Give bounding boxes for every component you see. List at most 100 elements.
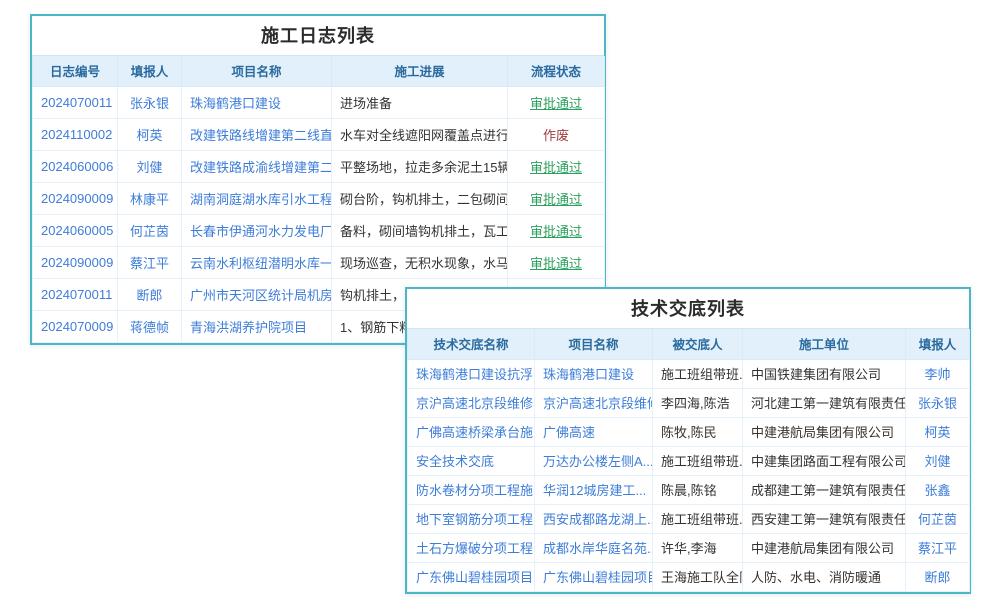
- table-row: 防水卷材分项工程施... 华润12城房建工... 陈晨,陈铭 成都建工第一建筑有…: [408, 475, 970, 504]
- progress-cell: 现场巡查，无积水现象，水马...: [332, 246, 508, 278]
- project-name-link[interactable]: 广东佛山碧桂园项目: [535, 562, 653, 591]
- reporter-cell[interactable]: 张永银: [118, 86, 182, 118]
- briefed-person-cell: 施工班组带班...: [653, 446, 743, 475]
- reporter-cell[interactable]: 何芷茵: [906, 504, 970, 533]
- table-row: 2024060005 何芷茵 长春市伊通河水力发电厂... 备料，砌间墙钩机排土…: [33, 214, 605, 246]
- project-name-link[interactable]: 万达办公楼左侧A...: [535, 446, 653, 475]
- log-id-cell[interactable]: 2024090009: [33, 182, 118, 214]
- table-row: 土石方爆破分项工程... 成都水岸华庭名苑... 许华,李海 中建港航局集团有限…: [408, 533, 970, 562]
- status-link[interactable]: 作废: [508, 118, 605, 150]
- disclosure-name-link[interactable]: 广佛高速桥梁承台施...: [408, 417, 535, 446]
- status-link[interactable]: 审批通过: [508, 246, 605, 278]
- construction-unit-cell: 中国铁建集团有限公司: [743, 359, 906, 388]
- reporter-cell[interactable]: 蔡江平: [906, 533, 970, 562]
- technical-disclosure-panel: 技术交底列表 技术交底名称 项目名称 被交底人 施工单位 填报人 珠海鹤港口建设…: [405, 287, 971, 594]
- log-id-cell[interactable]: 2024090009: [33, 246, 118, 278]
- reporter-cell[interactable]: 何芷茵: [118, 214, 182, 246]
- reporter-cell[interactable]: 蒋德帧: [118, 310, 182, 342]
- status-link[interactable]: 审批通过: [508, 150, 605, 182]
- reporter-cell[interactable]: 柯英: [906, 417, 970, 446]
- table-row: 京沪高速北京段维修... 京沪高速北京段维修 李四海,陈浩 河北建工第一建筑有限…: [408, 388, 970, 417]
- log-id-cell[interactable]: 2024060005: [33, 214, 118, 246]
- project-name-link[interactable]: 西安成都路龙湖上...: [535, 504, 653, 533]
- briefed-person-cell: 施工班组带班...: [653, 359, 743, 388]
- disclosure-name-link[interactable]: 土石方爆破分项工程...: [408, 533, 535, 562]
- column-header-briefed-person: 被交底人: [653, 329, 743, 359]
- status-link[interactable]: 审批通过: [508, 214, 605, 246]
- log-id-cell[interactable]: 2024070011: [33, 278, 118, 310]
- project-name-link[interactable]: 广佛高速: [535, 417, 653, 446]
- column-header-status: 流程状态: [508, 56, 605, 86]
- log-table-header-row: 日志编号 填报人 项目名称 施工进展 流程状态: [33, 56, 605, 86]
- table-row: 2024090009 蔡江平 云南水利枢纽潜明水库一... 现场巡查，无积水现象…: [33, 246, 605, 278]
- log-id-cell[interactable]: 2024070011: [33, 86, 118, 118]
- table-row: 广佛高速桥梁承台施... 广佛高速 陈牧,陈民 中建港航局集团有限公司 柯英: [408, 417, 970, 446]
- table-row: 安全技术交底 万达办公楼左侧A... 施工班组带班... 中建集团路面工程有限公…: [408, 446, 970, 475]
- project-name-link[interactable]: 珠海鹤港口建设: [535, 359, 653, 388]
- reporter-cell[interactable]: 柯英: [118, 118, 182, 150]
- disclosure-name-link[interactable]: 京沪高速北京段维修...: [408, 388, 535, 417]
- status-link[interactable]: 审批通过: [508, 182, 605, 214]
- construction-unit-cell: 河北建工第一建筑有限责任公司: [743, 388, 906, 417]
- reporter-cell[interactable]: 蔡江平: [118, 246, 182, 278]
- disclosure-name-link[interactable]: 防水卷材分项工程施...: [408, 475, 535, 504]
- table-row: 2024060006 刘健 改建铁路成渝线增建第二... 平整场地，拉走多余泥土…: [33, 150, 605, 182]
- reporter-cell[interactable]: 张永银: [906, 388, 970, 417]
- table-row: 2024070011 张永银 珠海鹤港口建设 进场准备 审批通过: [33, 86, 605, 118]
- progress-cell: 水车对全线遮阳网覆盖点进行...: [332, 118, 508, 150]
- construction-unit-cell: 中建集团路面工程有限公司: [743, 446, 906, 475]
- project-name-link[interactable]: 华润12城房建工...: [535, 475, 653, 504]
- project-name-link[interactable]: 长春市伊通河水力发电厂...: [182, 214, 332, 246]
- reporter-cell[interactable]: 李帅: [906, 359, 970, 388]
- project-name-link[interactable]: 广州市天河区统计局机房...: [182, 278, 332, 310]
- table-row: 2024110002 柯英 改建铁路线增建第二线直... 水车对全线遮阳网覆盖点…: [33, 118, 605, 150]
- status-link[interactable]: 审批通过: [508, 86, 605, 118]
- log-id-cell[interactable]: 2024060006: [33, 150, 118, 182]
- construction-unit-cell: 成都建工第一建筑有限责任公司: [743, 475, 906, 504]
- briefed-person-cell: 陈牧,陈民: [653, 417, 743, 446]
- disclosure-name-link[interactable]: 地下室钢筋分项工程...: [408, 504, 535, 533]
- disclosure-panel-title: 技术交底列表: [407, 289, 969, 329]
- project-name-link[interactable]: 成都水岸华庭名苑...: [535, 533, 653, 562]
- log-panel-title: 施工日志列表: [32, 16, 604, 56]
- reporter-cell[interactable]: 张鑫: [906, 475, 970, 504]
- disclosure-table-header-row: 技术交底名称 项目名称 被交底人 施工单位 填报人: [408, 329, 970, 359]
- project-name-link[interactable]: 珠海鹤港口建设: [182, 86, 332, 118]
- construction-unit-cell: 人防、水电、消防暖通: [743, 562, 906, 591]
- disclosure-name-link[interactable]: 安全技术交底: [408, 446, 535, 475]
- reporter-cell[interactable]: 刘健: [906, 446, 970, 475]
- reporter-cell[interactable]: 断郎: [118, 278, 182, 310]
- table-row: 广东佛山碧桂园项目... 广东佛山碧桂园项目 王海施工队全队 人防、水电、消防暖…: [408, 562, 970, 591]
- reporter-cell[interactable]: 刘健: [118, 150, 182, 182]
- column-header-construction-unit: 施工单位: [743, 329, 906, 359]
- project-name-link[interactable]: 云南水利枢纽潜明水库一...: [182, 246, 332, 278]
- disclosure-name-link[interactable]: 珠海鹤港口建设抗浮...: [408, 359, 535, 388]
- reporter-cell[interactable]: 林康平: [118, 182, 182, 214]
- table-row: 地下室钢筋分项工程... 西安成都路龙湖上... 施工班组带班... 西安建工第…: [408, 504, 970, 533]
- progress-cell: 平整场地，拉走多余泥土15辆...: [332, 150, 508, 182]
- column-header-reporter: 填报人: [118, 56, 182, 86]
- project-name-link[interactable]: 改建铁路成渝线增建第二...: [182, 150, 332, 182]
- construction-unit-cell: 中建港航局集团有限公司: [743, 533, 906, 562]
- briefed-person-cell: 施工班组带班...: [653, 504, 743, 533]
- briefed-person-cell: 许华,李海: [653, 533, 743, 562]
- log-id-cell[interactable]: 2024110002: [33, 118, 118, 150]
- project-name-link[interactable]: 京沪高速北京段维修: [535, 388, 653, 417]
- project-name-link[interactable]: 改建铁路线增建第二线直...: [182, 118, 332, 150]
- reporter-cell[interactable]: 断郎: [906, 562, 970, 591]
- construction-unit-cell: 中建港航局集团有限公司: [743, 417, 906, 446]
- disclosure-name-link[interactable]: 广东佛山碧桂园项目...: [408, 562, 535, 591]
- project-name-link[interactable]: 湖南洞庭湖水库引水工程...: [182, 182, 332, 214]
- briefed-person-cell: 陈晨,陈铭: [653, 475, 743, 504]
- briefed-person-cell: 王海施工队全队: [653, 562, 743, 591]
- project-name-link[interactable]: 青海洪湖养护院项目: [182, 310, 332, 342]
- column-header-progress: 施工进展: [332, 56, 508, 86]
- technical-disclosure-table: 技术交底名称 项目名称 被交底人 施工单位 填报人 珠海鹤港口建设抗浮... 珠…: [407, 329, 970, 592]
- table-row: 2024090009 林康平 湖南洞庭湖水库引水工程... 砌台阶，钩机排土，二…: [33, 182, 605, 214]
- progress-cell: 砌台阶，钩机排土，二包砌间...: [332, 182, 508, 214]
- construction-unit-cell: 西安建工第一建筑有限责任公司: [743, 504, 906, 533]
- log-id-cell[interactable]: 2024070009: [33, 310, 118, 342]
- column-header-project-name: 项目名称: [182, 56, 332, 86]
- briefed-person-cell: 李四海,陈浩: [653, 388, 743, 417]
- column-header-log-id: 日志编号: [33, 56, 118, 86]
